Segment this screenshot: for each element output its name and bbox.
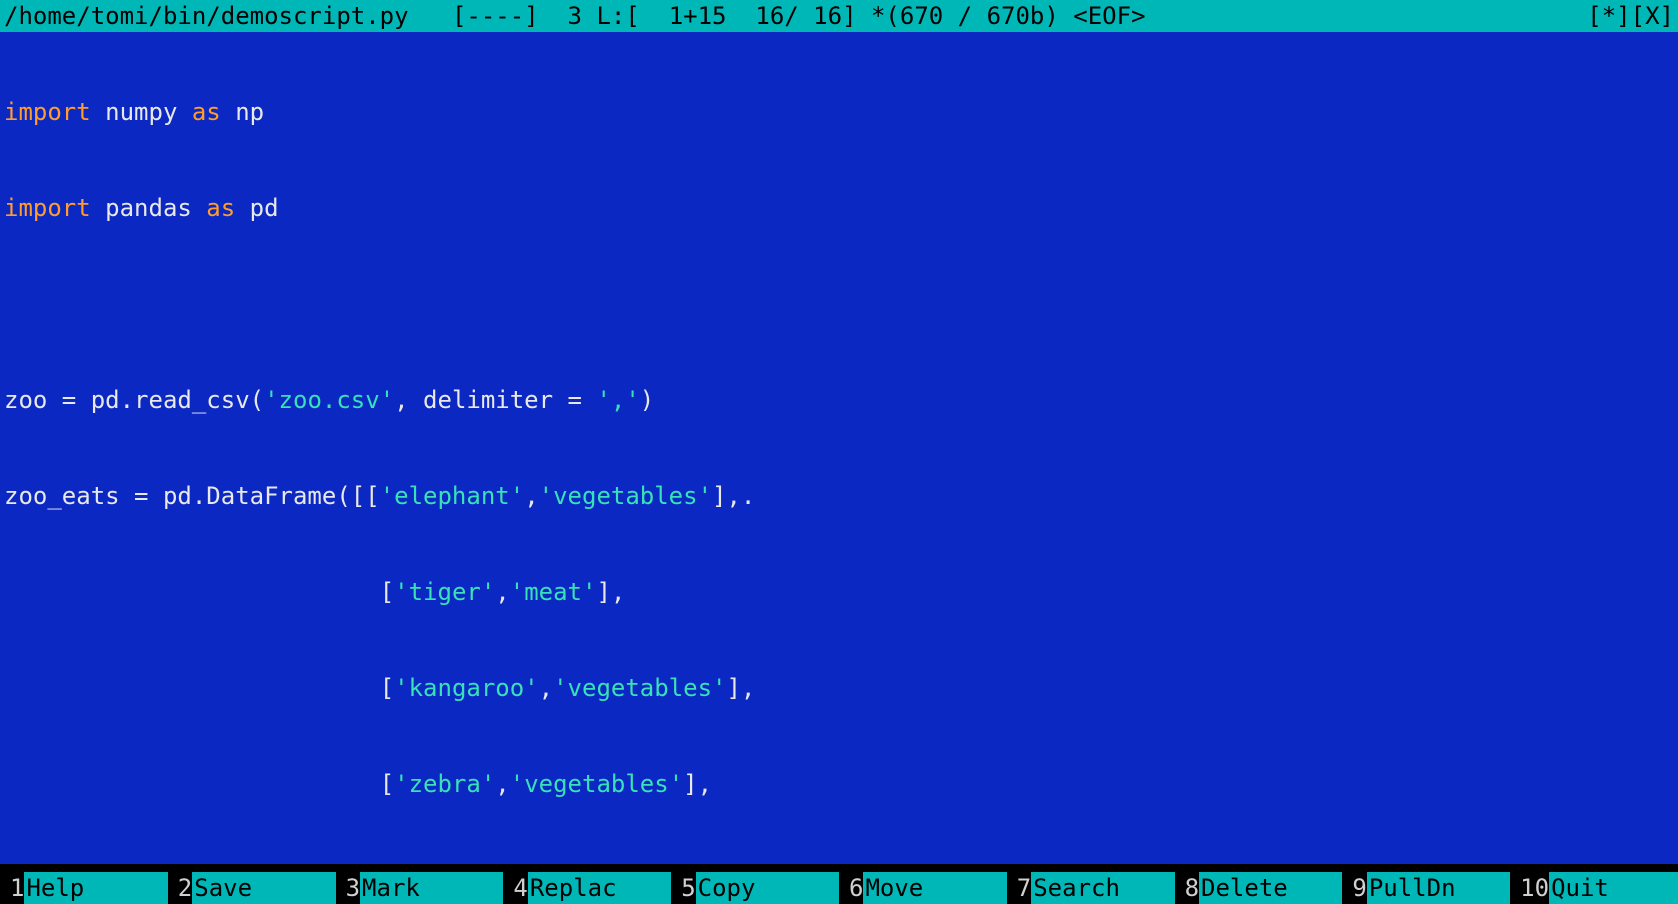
fn-label: Replac <box>528 872 671 904</box>
code-text: [ <box>380 770 394 798</box>
code-text: pandas <box>91 194 207 222</box>
title-spacer <box>1146 0 1588 32</box>
title-bar: /home/tomi/bin/demoscript.py [----] 3 L:… <box>0 0 1678 32</box>
fn-number: 6 <box>839 872 863 904</box>
keyword-import: import <box>4 98 91 126</box>
cursor-position: 3 L:[ 1+15 16/ 16] *(670 / 670b) <EOF> <box>568 0 1146 32</box>
fn-number: 9 <box>1342 872 1366 904</box>
code-text: zoo_eats = pd.DataFrame([[ <box>4 482 380 510</box>
keyword-as: as <box>192 98 221 126</box>
code-text: , <box>495 770 509 798</box>
fn-label: Mark <box>360 872 503 904</box>
encoding-flag: [X] <box>1631 0 1674 32</box>
string-literal: 'vegetables' <box>553 674 726 702</box>
file-flags: [----] <box>452 0 539 32</box>
code-line: zoo = pd.read_csv('zoo.csv', delimiter =… <box>4 384 1674 416</box>
code-text: np <box>221 98 264 126</box>
code-text: ], <box>726 674 755 702</box>
code-line: import numpy as np <box>4 96 1674 128</box>
fn-number: 5 <box>671 872 695 904</box>
string-literal: 'vegetables' <box>539 482 712 510</box>
code-text: pd <box>235 194 278 222</box>
fn-key-quit[interactable]: 10Quit <box>1510 872 1678 904</box>
indent <box>4 770 380 798</box>
fn-label: Copy <box>696 872 839 904</box>
code-text: , <box>495 578 509 606</box>
fn-key-search[interactable]: 7Search <box>1007 872 1175 904</box>
fn-key-replace[interactable]: 4Replac <box>503 872 671 904</box>
fn-number: 4 <box>503 872 527 904</box>
file-path: /home/tomi/bin/demoscript.py <box>4 0 409 32</box>
fn-label: Move <box>863 872 1006 904</box>
code-text: zoo = pd.read_csv( <box>4 386 264 414</box>
fn-key-pulldn[interactable]: 9PullDn <box>1342 872 1510 904</box>
string-literal: 'zebra' <box>394 770 495 798</box>
fn-label: Save <box>192 872 335 904</box>
string-literal: 'kangaroo' <box>394 674 539 702</box>
fn-key-help[interactable]: 1Help <box>0 872 168 904</box>
code-line <box>4 288 1674 320</box>
string-literal: ',' <box>596 386 639 414</box>
code-text: ], <box>596 578 625 606</box>
modified-flag: [*] <box>1587 0 1630 32</box>
fn-key-mark[interactable]: 3Mark <box>336 872 504 904</box>
code-editor[interactable]: import numpy as np import pandas as pd z… <box>0 32 1678 864</box>
code-text: , <box>524 482 538 510</box>
string-literal: 'vegetables' <box>510 770 683 798</box>
code-text: numpy <box>91 98 192 126</box>
fn-key-copy[interactable]: 5Copy <box>671 872 839 904</box>
code-text: ],. <box>712 482 755 510</box>
title-gap1 <box>409 0 452 32</box>
fn-label: Search <box>1031 872 1174 904</box>
fn-number: 10 <box>1510 872 1549 904</box>
title-gap2 <box>539 0 568 32</box>
code-line: ['tiger','meat'], <box>4 576 1674 608</box>
fn-number: 7 <box>1007 872 1031 904</box>
fn-label: PullDn <box>1367 872 1510 904</box>
indent <box>4 578 380 606</box>
string-literal: 'tiger' <box>394 578 495 606</box>
code-line: zoo_eats = pd.DataFrame([['elephant','ve… <box>4 480 1674 512</box>
keyword-import: import <box>4 194 91 222</box>
fn-label: Quit <box>1549 872 1678 904</box>
fn-key-save[interactable]: 2Save <box>168 872 336 904</box>
fn-number: 8 <box>1175 872 1199 904</box>
editor-screen: /home/tomi/bin/demoscript.py [----] 3 L:… <box>0 0 1678 904</box>
fn-label: Delete <box>1199 872 1342 904</box>
code-line: ['kangaroo','vegetables'], <box>4 672 1674 704</box>
bottom-gap <box>0 864 1678 872</box>
code-text: , delimiter = <box>394 386 596 414</box>
keyword-as: as <box>206 194 235 222</box>
fn-key-delete[interactable]: 8Delete <box>1175 872 1343 904</box>
code-text: [ <box>380 674 394 702</box>
code-text: ], <box>683 770 712 798</box>
fn-number: 3 <box>336 872 360 904</box>
fn-key-move[interactable]: 6Move <box>839 872 1007 904</box>
fn-label: Help <box>24 872 167 904</box>
string-literal: 'meat' <box>510 578 597 606</box>
string-literal: 'zoo.csv' <box>264 386 394 414</box>
code-text: ) <box>640 386 654 414</box>
indent <box>4 674 380 702</box>
fn-number: 2 <box>168 872 192 904</box>
function-key-bar: 1Help 2Save 3Mark 4Replac 5Copy 6Move 7S… <box>0 872 1678 904</box>
code-line: import pandas as pd <box>4 192 1674 224</box>
fn-number: 1 <box>0 872 24 904</box>
string-literal: 'elephant' <box>380 482 525 510</box>
code-text: , <box>539 674 553 702</box>
code-line: ['zebra','vegetables'], <box>4 768 1674 800</box>
code-text: [ <box>380 578 394 606</box>
